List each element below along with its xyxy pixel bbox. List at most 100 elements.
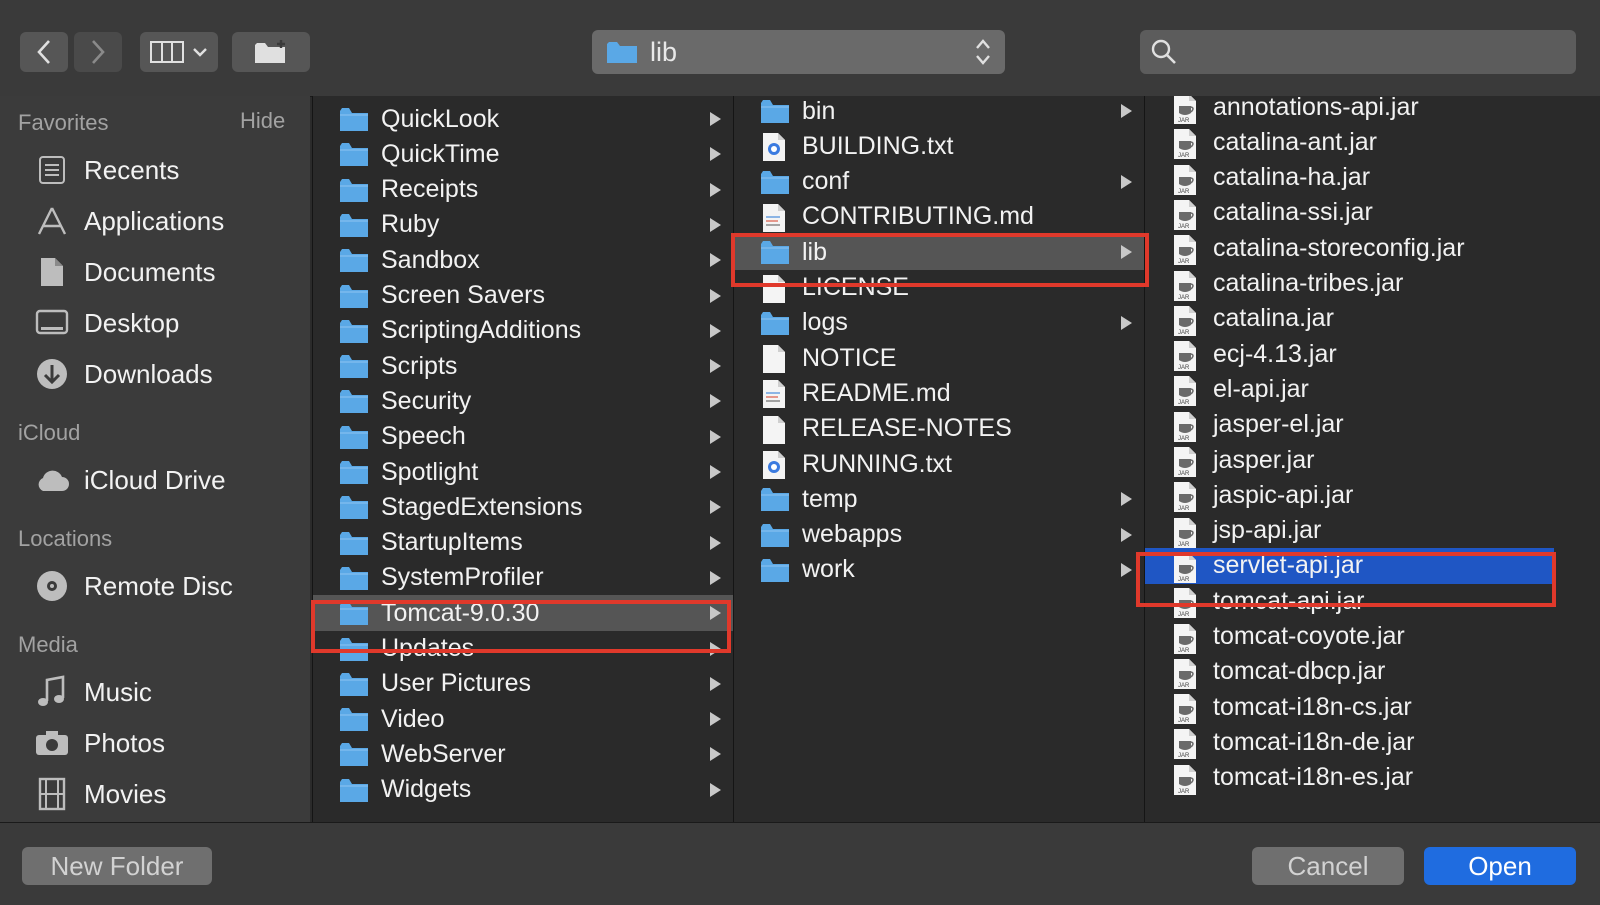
search-input[interactable] — [1140, 30, 1576, 74]
sidebar-item-music[interactable]: Music — [34, 670, 304, 714]
disclosure-arrow-icon — [710, 147, 721, 162]
file-row[interactable]: logs — [734, 305, 1144, 341]
jar-file-row[interactable]: JAR jsp-api.jar — [1145, 513, 1555, 549]
folder-row[interactable]: QuickTime — [313, 136, 733, 172]
forward-button[interactable] — [74, 32, 122, 72]
folder-icon — [339, 740, 369, 768]
item-name: Scripts — [381, 351, 458, 380]
disc-icon — [34, 569, 70, 603]
path-popup[interactable]: lib — [592, 30, 1005, 74]
sidebar-item-applications[interactable]: Applications — [34, 199, 304, 243]
markdown-file-icon — [760, 203, 790, 232]
file-row[interactable]: CONTRIBUTING.md — [734, 199, 1144, 235]
jar-file-row[interactable]: JAR catalina-ant.jar — [1145, 124, 1555, 160]
jar-file-row[interactable]: JAR tomcat-dbcp.jar — [1145, 654, 1555, 690]
file-row[interactable]: work — [734, 552, 1144, 588]
folder-icon — [339, 529, 369, 557]
file-row[interactable]: conf — [734, 164, 1144, 200]
jar-file-icon: JAR — [1171, 658, 1201, 689]
folder-row[interactable]: Security — [313, 383, 733, 419]
folder-row[interactable]: Ruby — [313, 207, 733, 243]
item-name: tomcat-i18n-cs.jar — [1213, 692, 1412, 721]
open-button[interactable]: Open — [1424, 847, 1576, 885]
disclosure-arrow-icon — [710, 394, 721, 409]
sidebar-item-label: Music — [84, 676, 152, 707]
document-icon — [760, 415, 790, 444]
folder-row[interactable]: Spotlight — [313, 454, 733, 490]
sidebar-item-documents[interactable]: Documents — [34, 250, 304, 294]
new-folder-button[interactable]: New Folder — [22, 847, 212, 885]
folder-row[interactable]: ScriptingAdditions — [313, 313, 733, 349]
svg-text:JAR: JAR — [1178, 153, 1190, 159]
folder-row[interactable]: Widgets — [313, 772, 733, 808]
item-name: catalina-ha.jar — [1213, 163, 1371, 192]
jar-file-row[interactable]: JAR jasper-el.jar — [1145, 407, 1555, 443]
file-row[interactable]: NOTICE — [734, 340, 1144, 376]
file-row[interactable]: temp — [734, 481, 1144, 517]
sidebar-item-downloads[interactable]: Downloads — [34, 352, 304, 396]
jar-file-row[interactable]: JAR tomcat-i18n-de.jar — [1145, 724, 1555, 760]
sidebar-item-icloud-drive[interactable]: iCloud Drive — [34, 458, 304, 502]
item-name: SystemProfiler — [381, 563, 544, 592]
file-row[interactable]: README.md — [734, 375, 1144, 411]
disclosure-arrow-icon — [710, 182, 721, 197]
jar-file-row[interactable]: JAR tomcat-coyote.jar — [1145, 619, 1555, 655]
file-row[interactable]: RUNNING.txt — [734, 446, 1144, 482]
folder-icon — [760, 521, 790, 549]
folder-icon — [339, 140, 369, 168]
jar-file-row[interactable]: JAR ecj-4.13.jar — [1145, 336, 1555, 372]
file-row[interactable]: BUILDING.txt — [734, 128, 1144, 164]
jar-file-row[interactable]: JAR jaspic-api.jar — [1145, 477, 1555, 513]
folder-icon — [339, 246, 369, 274]
back-button[interactable] — [20, 32, 68, 72]
folder-row[interactable]: Speech — [313, 419, 733, 455]
file-row[interactable]: bin — [734, 96, 1144, 129]
jar-file-row[interactable]: JAR catalina-storeconfig.jar — [1145, 230, 1555, 266]
jar-file-row[interactable]: JAR catalina-ssi.jar — [1145, 195, 1555, 231]
jar-file-row[interactable]: JAR tomcat-i18n-es.jar — [1145, 760, 1555, 796]
jar-file-row[interactable]: JAR annotations-api.jar — [1145, 96, 1555, 125]
hide-button[interactable]: Hide — [240, 108, 285, 134]
file-row[interactable]: RELEASE-NOTES — [734, 411, 1144, 447]
jar-file-row[interactable]: JAR catalina-tribes.jar — [1145, 266, 1555, 302]
sidebar-item-label: Applications — [84, 205, 225, 236]
sidebar-item-remote-disc[interactable]: Remote Disc — [34, 564, 304, 608]
jar-file-row[interactable]: JAR tomcat-i18n-cs.jar — [1145, 689, 1555, 725]
jar-file-icon: JAR — [1171, 623, 1201, 654]
new-folder-toolbar-button[interactable] — [232, 32, 310, 72]
folder-row[interactable]: SystemProfiler — [313, 560, 733, 596]
jar-file-row[interactable]: JAR jasper.jar — [1145, 442, 1555, 478]
sidebar: Favorites Hide Recents Applications Docu… — [0, 96, 310, 822]
item-name: catalina-tribes.jar — [1213, 269, 1404, 297]
folder-row[interactable]: Scripts — [313, 348, 733, 384]
item-name: ecj-4.13.jar — [1213, 339, 1337, 368]
item-name: Video — [381, 704, 445, 733]
sidebar-item-desktop[interactable]: Desktop — [34, 301, 304, 345]
item-name: catalina-ant.jar — [1213, 127, 1377, 156]
item-name: BUILDING.txt — [802, 131, 954, 160]
folder-icon — [339, 317, 369, 345]
folder-row[interactable]: Screen Savers — [313, 278, 733, 314]
disclosure-arrow-icon — [1121, 174, 1132, 189]
folder-row[interactable]: Sandbox — [313, 242, 733, 278]
sidebar-item-recents[interactable]: Recents — [34, 148, 304, 192]
folder-row[interactable]: StagedExtensions — [313, 489, 733, 525]
jar-file-row[interactable]: JAR catalina-ha.jar — [1145, 160, 1555, 196]
folder-row[interactable]: Receipts — [313, 172, 733, 208]
folder-row[interactable]: WebServer — [313, 736, 733, 772]
sidebar-item-photos[interactable]: Photos — [34, 721, 304, 765]
cancel-button[interactable]: Cancel — [1252, 847, 1404, 885]
jar-file-row[interactable]: JAR el-api.jar — [1145, 371, 1555, 407]
sidebar-item-movies[interactable]: Movies — [34, 772, 304, 816]
music-icon — [34, 675, 70, 709]
jar-file-row[interactable]: JAR catalina.jar — [1145, 301, 1555, 337]
folder-row[interactable]: Video — [313, 701, 733, 737]
folder-row[interactable]: QuickLook — [313, 101, 733, 137]
item-name: jasper-el.jar — [1213, 410, 1344, 439]
file-row[interactable]: webapps — [734, 517, 1144, 553]
columns-view-icon — [150, 41, 184, 63]
folder-row[interactable]: StartupItems — [313, 525, 733, 561]
view-mode-button[interactable] — [140, 32, 218, 72]
svg-text:JAR: JAR — [1178, 718, 1190, 724]
folder-row[interactable]: User Pictures — [313, 666, 733, 702]
